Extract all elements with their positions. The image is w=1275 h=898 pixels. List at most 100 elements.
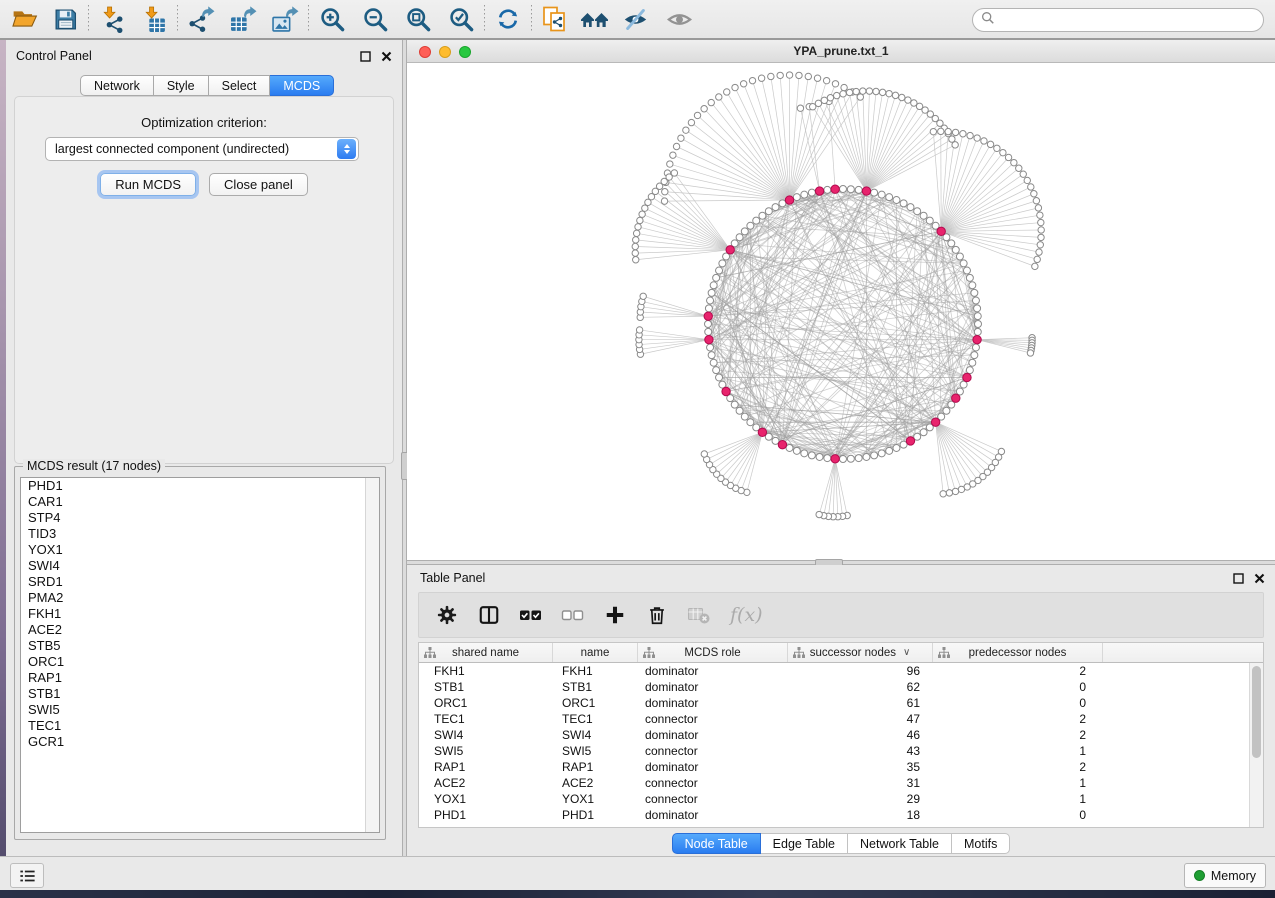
mcds-node-item[interactable]: RAP1 [21,670,379,686]
refresh-icon[interactable] [491,3,525,35]
table-cell: YOX1 [419,792,553,806]
open-folder-icon[interactable] [8,3,42,35]
mcds-node-item[interactable]: PMA2 [21,590,379,606]
tab-mcds[interactable]: MCDS [270,75,334,96]
save-icon[interactable] [48,3,82,35]
delete-table-icon[interactable] [685,600,713,630]
float-panel-icon[interactable] [1233,571,1244,589]
close-window-icon[interactable] [419,46,431,58]
close-panel-icon[interactable] [1254,571,1265,589]
network-window-titlebar[interactable]: YPA_prune.txt_1 [407,40,1275,63]
mcds-result-scrollbar[interactable] [365,478,379,832]
minimize-window-icon[interactable] [439,46,451,58]
tab-select[interactable]: Select [209,75,271,96]
tab-motifs[interactable]: Motifs [952,833,1010,854]
zoom-selected-icon[interactable] [444,3,478,35]
zoom-fit-icon[interactable] [401,3,435,35]
tab-network-table[interactable]: Network Table [848,833,952,854]
table-header-row: shared name name MCDS role successor nod… [419,643,1263,663]
zoom-out-icon[interactable] [358,3,392,35]
table-body: FKH1FKH1dominator962STB1STB1dominator620… [419,663,1249,827]
select-all-checkboxes-icon[interactable] [517,600,545,630]
criterion-dropdown[interactable]: largest connected component (undirected) [45,137,359,161]
column-header-predecessor-nodes[interactable]: predecessor nodes [933,643,1103,662]
show-hidden-icon[interactable] [662,3,696,35]
search-input[interactable] [995,12,1263,28]
table-cell: 46 [788,728,933,742]
column-header-shared-name[interactable]: shared name [419,643,553,662]
zoom-in-icon[interactable] [315,3,349,35]
mcds-node-item[interactable]: STB5 [21,638,379,654]
table-row[interactable]: FKH1FKH1dominator962 [419,663,1249,679]
column-header-mcds-role[interactable]: MCDS role [638,643,788,662]
mcds-node-item[interactable]: GCR1 [21,734,379,750]
mcds-node-item[interactable]: FKH1 [21,606,379,622]
float-panel-icon[interactable] [360,49,371,67]
table-row[interactable]: SWI4SWI4dominator462 [419,727,1249,743]
table-row[interactable]: SWI5SWI5connector431 [419,743,1249,759]
table-scrollbar[interactable] [1249,663,1263,827]
tab-edge-table[interactable]: Edge Table [761,833,848,854]
hide-selected-icon[interactable] [618,3,652,35]
tab-style[interactable]: Style [154,75,209,96]
export-network-icon[interactable] [184,3,218,35]
mcds-node-item[interactable]: YOX1 [21,542,379,558]
run-mcds-button[interactable]: Run MCDS [100,173,196,196]
mcds-node-item[interactable]: ACE2 [21,622,379,638]
mcds-node-item[interactable]: STB1 [21,686,379,702]
table-cell: PHD1 [553,808,638,822]
first-neighbors-icon[interactable] [578,3,612,35]
table-cell: PHD1 [419,808,553,822]
mcds-node-item[interactable]: SWI4 [21,558,379,574]
tab-network[interactable]: Network [80,75,154,96]
import-network-icon[interactable] [95,3,129,35]
search-field[interactable] [972,8,1264,32]
mcds-node-item[interactable]: PHD1 [21,478,379,494]
table-row[interactable]: STB1STB1dominator620 [419,679,1249,695]
column-header-successor-nodes[interactable]: successor nodes∨ [788,643,933,662]
table-row[interactable]: ACE2ACE2connector311 [419,775,1249,791]
table-cell: 1 [933,744,1103,758]
mcds-node-item[interactable]: SRD1 [21,574,379,590]
delete-column-icon[interactable] [643,600,671,630]
column-header-name[interactable]: name [553,643,638,662]
desktop-wallpaper-bottom [0,890,1275,898]
mcds-node-item[interactable]: ORC1 [21,654,379,670]
function-builder-icon[interactable]: f(x) [727,600,767,630]
mcds-result-list[interactable]: PHD1CAR1STP4TID3YOX1SWI4SRD1PMA2FKH1ACE2… [20,477,380,833]
settings-gear-icon[interactable] [433,600,461,630]
table-scrollbar-thumb[interactable] [1252,666,1261,758]
table-row[interactable]: RAP1RAP1dominator352 [419,759,1249,775]
mcds-node-item[interactable]: STP4 [21,510,379,526]
network-graph-canvas[interactable] [407,63,1275,560]
table-row[interactable]: TEC1TEC1connector472 [419,711,1249,727]
deselect-all-checkboxes-icon[interactable] [559,600,587,630]
mcds-result-group: MCDS result (17 nodes) PHD1CAR1STP4TID3Y… [14,466,386,840]
add-column-icon[interactable] [601,600,629,630]
toolbar-separator [308,5,309,33]
mcds-node-item[interactable]: TID3 [21,526,379,542]
table-row[interactable]: PHD1PHD1dominator180 [419,807,1249,823]
table-cell: 61 [788,696,933,710]
mcds-node-item[interactable]: CAR1 [21,494,379,510]
duplicate-network-icon[interactable] [538,3,572,35]
tab-node-table[interactable]: Node Table [672,833,761,854]
table-cell: 0 [933,808,1103,822]
export-table-icon[interactable] [226,3,260,35]
memory-status-icon [1194,870,1205,881]
import-table-icon[interactable] [137,3,171,35]
split-columns-icon[interactable] [475,600,503,630]
export-image-icon[interactable] [268,3,302,35]
table-row[interactable]: YOX1YOX1connector291 [419,791,1249,807]
table-row[interactable]: ORC1ORC1dominator610 [419,695,1249,711]
toolbar-separator [531,5,532,33]
table-cell: TEC1 [553,712,638,726]
memory-button[interactable]: Memory [1184,863,1266,888]
mcds-node-item[interactable]: SWI5 [21,702,379,718]
close-panel-icon[interactable] [381,49,392,67]
close-panel-button[interactable]: Close panel [209,173,308,196]
show-panels-list-button[interactable] [10,863,44,888]
mcds-node-item[interactable]: TEC1 [21,718,379,734]
table-cell: dominator [638,696,788,710]
maximize-window-icon[interactable] [459,46,471,58]
